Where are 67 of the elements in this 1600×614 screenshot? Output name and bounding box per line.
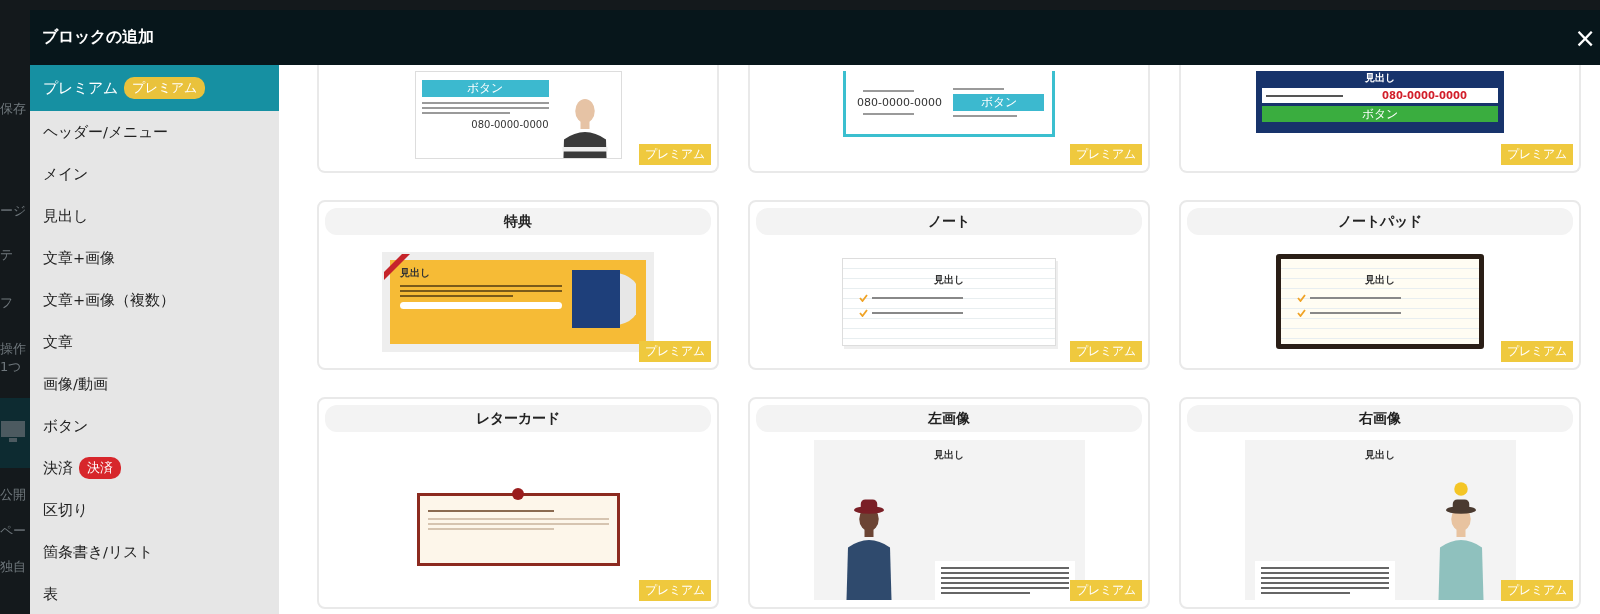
block-card[interactable]: ノートパッド 見出し プレミアム — [1179, 200, 1581, 370]
preview-heading: 見出し — [1365, 71, 1395, 85]
preview-button: ボタン — [1262, 106, 1498, 122]
block-card[interactable]: 080-0000-0000 ボタン プレミアム — [748, 65, 1150, 173]
category-item[interactable]: 文章+画像 — [30, 237, 279, 279]
preview-heading: 見出し — [934, 447, 964, 462]
premium-badge: プレミアム — [1501, 144, 1573, 165]
preview-button: ボタン — [953, 94, 1044, 111]
block-card[interactable]: ボタン 080-0000-0000 プレミアム — [317, 65, 719, 173]
menu-fragment: ペー — [0, 522, 27, 540]
premium-badge: プレミアム — [1501, 341, 1573, 362]
menu-fragment: テ — [0, 246, 14, 264]
card-title: レターカード — [325, 405, 711, 432]
category-item[interactable]: ボタン — [30, 405, 279, 447]
premium-badge: プレミアム — [1070, 580, 1142, 601]
premium-badge: プレミアム — [639, 341, 711, 362]
phone-number: 080-0000-0000 — [857, 96, 942, 109]
category-item[interactable]: 文章+画像（複数） — [30, 279, 279, 321]
category-item[interactable]: 画像/動画 — [30, 363, 279, 405]
premium-badge: プレミアム — [1501, 580, 1573, 601]
premium-badge: プレミアム — [1070, 144, 1142, 165]
seal-icon — [511, 488, 524, 500]
card-title: 右画像 — [1187, 405, 1573, 432]
category-label: プレミアム — [43, 78, 118, 98]
close-button[interactable]: × — [1570, 22, 1600, 53]
preview-heading: 見出し — [934, 272, 964, 287]
menu-fragment: 操作 — [0, 340, 27, 358]
block-card[interactable]: 左画像 見出し プレミアム — [748, 397, 1150, 609]
category-item[interactable]: ヘッダー/メニュー — [30, 111, 279, 153]
category-item[interactable]: 文章 — [30, 321, 279, 363]
phone-number: 080-0000-0000 — [471, 119, 549, 130]
category-item[interactable]: メイン — [30, 153, 279, 195]
category-label: 決済 — [43, 458, 73, 478]
menu-fragment: 1つ — [0, 358, 23, 376]
block-card[interactable]: レターカード プレミアム — [317, 397, 719, 609]
ribbon-icon — [384, 253, 410, 280]
card-title: 左画像 — [756, 405, 1142, 432]
preview-heading: 見出し — [1365, 273, 1395, 287]
category-item[interactable]: 箇条書き/リスト — [30, 531, 279, 573]
premium-badge: プレミアム — [639, 144, 711, 165]
category-item[interactable]: プレミアム プレミアム — [30, 65, 279, 111]
card-title: ノート — [756, 208, 1142, 235]
card-title: ノートパッド — [1187, 208, 1573, 235]
block-card[interactable]: 見出し 080-0000-0000 ボタン プレミアム — [1179, 65, 1581, 173]
category-item[interactable]: 決済 決済 — [30, 447, 279, 489]
category-badge: 決済 — [79, 457, 121, 479]
menu-fragment: 独自 — [0, 558, 27, 576]
block-card[interactable]: ノート 見出し プレミアム — [748, 200, 1150, 370]
preview-button: ボタン — [421, 80, 549, 97]
category-item[interactable]: 区切り — [30, 489, 279, 531]
dialog-title: ブロックの追加 — [42, 27, 154, 48]
premium-badge: プレミアム — [1070, 341, 1142, 362]
preview-heading: 見出し — [1365, 447, 1395, 462]
category-badge: プレミアム — [124, 77, 205, 99]
menu-fragment: 公開 — [0, 486, 27, 504]
category-item[interactable]: 表 — [30, 573, 279, 614]
premium-badge: プレミアム — [639, 580, 711, 601]
preview-heading: 見出し — [400, 265, 431, 280]
menu-fragment: フ — [0, 294, 14, 312]
menu-fragment: ージ — [0, 202, 27, 220]
menu-fragment: 保存 — [0, 100, 27, 118]
monitor-icon — [0, 420, 26, 444]
card-title: 特典 — [325, 208, 711, 235]
block-card[interactable]: 特典 見出し プレミアム — [317, 200, 719, 370]
phone-number: 080-0000-0000 — [1382, 90, 1467, 101]
category-item[interactable]: 見出し — [30, 195, 279, 237]
block-card[interactable]: 右画像 見出し プレミアム — [1179, 397, 1581, 609]
